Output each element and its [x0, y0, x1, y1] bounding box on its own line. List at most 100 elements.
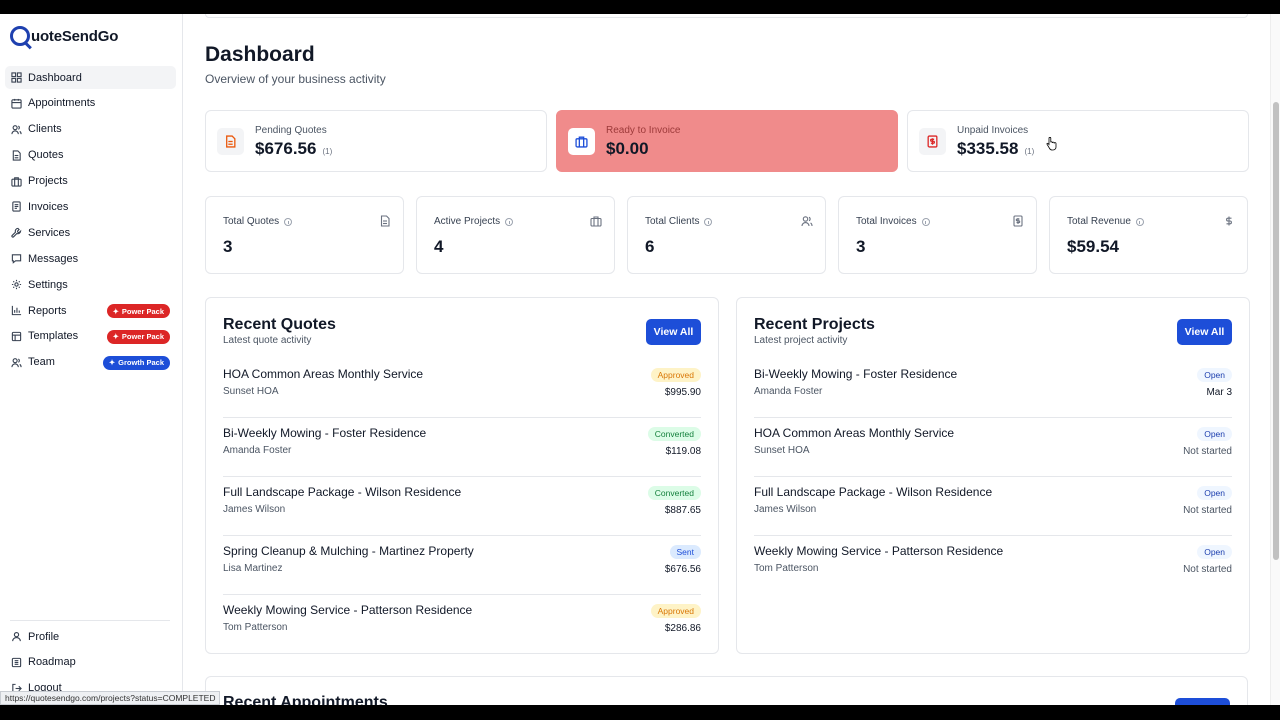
metric-label-text: Total Quotes — [223, 216, 280, 227]
project-client: Sunset HOA — [754, 445, 810, 456]
view-all-appointments-button[interactable] — [1175, 698, 1230, 705]
sidebar-nav: Dashboard Appointments Clients Quotes Pr… — [5, 66, 176, 377]
document-icon — [12, 150, 21, 161]
project-title: Full Landscape Package - Wilson Residenc… — [754, 485, 993, 499]
sidebar-item-appointments[interactable]: Appointments — [5, 92, 176, 115]
project-row[interactable]: HOA Common Areas Monthly Service Sunset … — [754, 418, 1232, 477]
metric-value: 3 — [223, 237, 233, 256]
project-date: Not started — [1183, 505, 1232, 516]
stat-amount: $0.00 — [606, 139, 649, 158]
quote-row[interactable]: Spring Cleanup & Mulching - Martinez Pro… — [223, 536, 701, 595]
hand-cursor-icon — [1046, 137, 1057, 151]
stat-value: $335.58 (1) — [957, 139, 1034, 159]
metric-label: Total Clients — [645, 216, 713, 227]
project-date: Mar 3 — [1206, 387, 1232, 398]
app-logo[interactable]: uoteSendGo — [10, 26, 118, 46]
document-icon — [380, 215, 390, 227]
stat-card-pending-quotes[interactable]: Pending Quotes $676.56 (1) — [205, 110, 547, 172]
info-icon[interactable] — [921, 217, 930, 226]
metric-label: Total Revenue — [1067, 216, 1144, 227]
info-icon[interactable] — [284, 217, 293, 226]
sparkle-icon: ✦ — [112, 306, 119, 316]
sidebar-item-roadmap[interactable]: Roadmap — [5, 651, 176, 674]
stat-card-unpaid-invoices[interactable]: Unpaid Invoices $335.58 (1) — [907, 110, 1249, 172]
info-icon[interactable] — [505, 217, 514, 226]
metric-label-text: Active Projects — [434, 216, 501, 227]
info-icon[interactable] — [704, 217, 713, 226]
status-badge: Approved — [650, 368, 701, 382]
status-badge: Sent — [669, 545, 701, 559]
quote-row[interactable]: Full Landscape Package - Wilson Residenc… — [223, 477, 701, 536]
status-badge: Open — [1197, 545, 1232, 559]
stat-label: Pending Quotes — [255, 125, 327, 136]
power-pack-badge: ✦ Power Pack — [106, 329, 170, 344]
map-icon — [11, 657, 22, 668]
project-client: Tom Patterson — [754, 563, 819, 574]
stat-icon-box — [568, 128, 595, 155]
panel-title: Recent Quotes — [223, 316, 336, 333]
quote-row[interactable]: Weekly Mowing Service - Patterson Reside… — [223, 595, 701, 654]
status-badge: Converted — [647, 427, 701, 441]
stat-amount: $676.56 — [255, 139, 317, 158]
project-row[interactable]: Bi-Weekly Mowing - Foster Residence Aman… — [754, 359, 1232, 418]
sidebar-divider — [10, 620, 170, 621]
sidebar-item-label: Projects — [28, 175, 68, 188]
project-row[interactable]: Full Landscape Package - Wilson Residenc… — [754, 477, 1232, 536]
metric-active-projects: Active Projects 4 — [416, 196, 615, 274]
sidebar-item-profile[interactable]: Profile — [5, 625, 176, 648]
sidebar-item-settings[interactable]: Settings — [5, 273, 176, 296]
project-row[interactable]: Weekly Mowing Service - Patterson Reside… — [754, 536, 1232, 595]
sidebar-item-team[interactable]: Team ✦ Growth Pack — [5, 351, 176, 374]
info-icon[interactable] — [1135, 217, 1144, 226]
sidebar-item-templates[interactable]: Templates ✦ Power Pack — [5, 325, 176, 348]
screen-top-bar — [0, 0, 1280, 14]
metric-label: Total Quotes — [223, 216, 293, 227]
quote-amount: $995.90 — [664, 387, 701, 398]
sidebar-item-quotes[interactable]: Quotes — [5, 144, 176, 167]
quote-title: Spring Cleanup & Mulching - Martinez Pro… — [223, 544, 474, 558]
scrollbar-thumb[interactable] — [1273, 102, 1279, 560]
view-all-projects-button[interactable]: View All — [1177, 319, 1232, 345]
project-title: Weekly Mowing Service - Patterson Reside… — [754, 544, 1004, 558]
sidebar-item-services[interactable]: Services — [5, 221, 176, 244]
sidebar-item-messages[interactable]: Messages — [5, 247, 176, 270]
sidebar-item-clients[interactable]: Clients — [5, 118, 176, 141]
sparkle-icon: ✦ — [108, 358, 116, 368]
team-icon — [11, 357, 22, 367]
quote-amount: $119.08 — [665, 446, 701, 457]
metric-label-text: Total Revenue — [1067, 216, 1131, 227]
panel-subtitle: Latest quote activity — [223, 335, 312, 346]
quote-client: Amanda Foster — [223, 445, 292, 456]
stat-icon-box — [919, 128, 946, 155]
stat-card-ready-to-invoice[interactable]: Ready to Invoice $0.00 — [556, 110, 898, 172]
template-icon — [11, 331, 22, 342]
sidebar-item-label: Roadmap — [28, 656, 76, 669]
dashboard-icon — [11, 72, 22, 83]
sidebar-item-dashboard[interactable]: Dashboard — [5, 66, 176, 89]
sidebar-item-reports[interactable]: Reports ✦ Power Pack — [5, 299, 176, 322]
view-all-quotes-button[interactable]: View All — [646, 319, 701, 345]
vertical-scrollbar[interactable] — [1270, 14, 1280, 705]
metric-label-text: Total Clients — [645, 216, 700, 227]
panel-subtitle: Latest project activity — [754, 335, 848, 346]
quote-client: Sunset HOA — [223, 386, 279, 397]
quote-row[interactable]: HOA Common Areas Monthly Service Sunset … — [223, 359, 701, 418]
project-title: Bi-Weekly Mowing - Foster Residence — [754, 367, 958, 381]
quote-row[interactable]: Bi-Weekly Mowing - Foster Residence Aman… — [223, 418, 701, 477]
sidebar-item-projects[interactable]: Projects — [5, 170, 176, 193]
recent-projects-panel: Recent Projects Latest project activity … — [736, 297, 1250, 654]
metric-value: 4 — [434, 237, 444, 256]
quote-amount: $676.56 — [664, 564, 701, 575]
recent-quotes-panel: Recent Quotes Latest quote activity View… — [205, 297, 719, 654]
briefcase-icon — [590, 216, 602, 227]
metric-value: $59.54 — [1067, 237, 1119, 256]
metric-total-clients: Total Clients 6 — [627, 196, 826, 274]
sidebar-item-invoices[interactable]: Invoices — [5, 195, 176, 218]
users-icon — [11, 124, 22, 134]
badge-label: Growth Pack — [118, 358, 164, 368]
user-icon — [12, 632, 21, 642]
badge-label: Power Pack — [121, 306, 164, 316]
metric-total-invoices: Total Invoices 3 — [838, 196, 1037, 274]
stat-count: (1) — [322, 147, 333, 156]
quote-title: HOA Common Areas Monthly Service — [223, 367, 424, 381]
